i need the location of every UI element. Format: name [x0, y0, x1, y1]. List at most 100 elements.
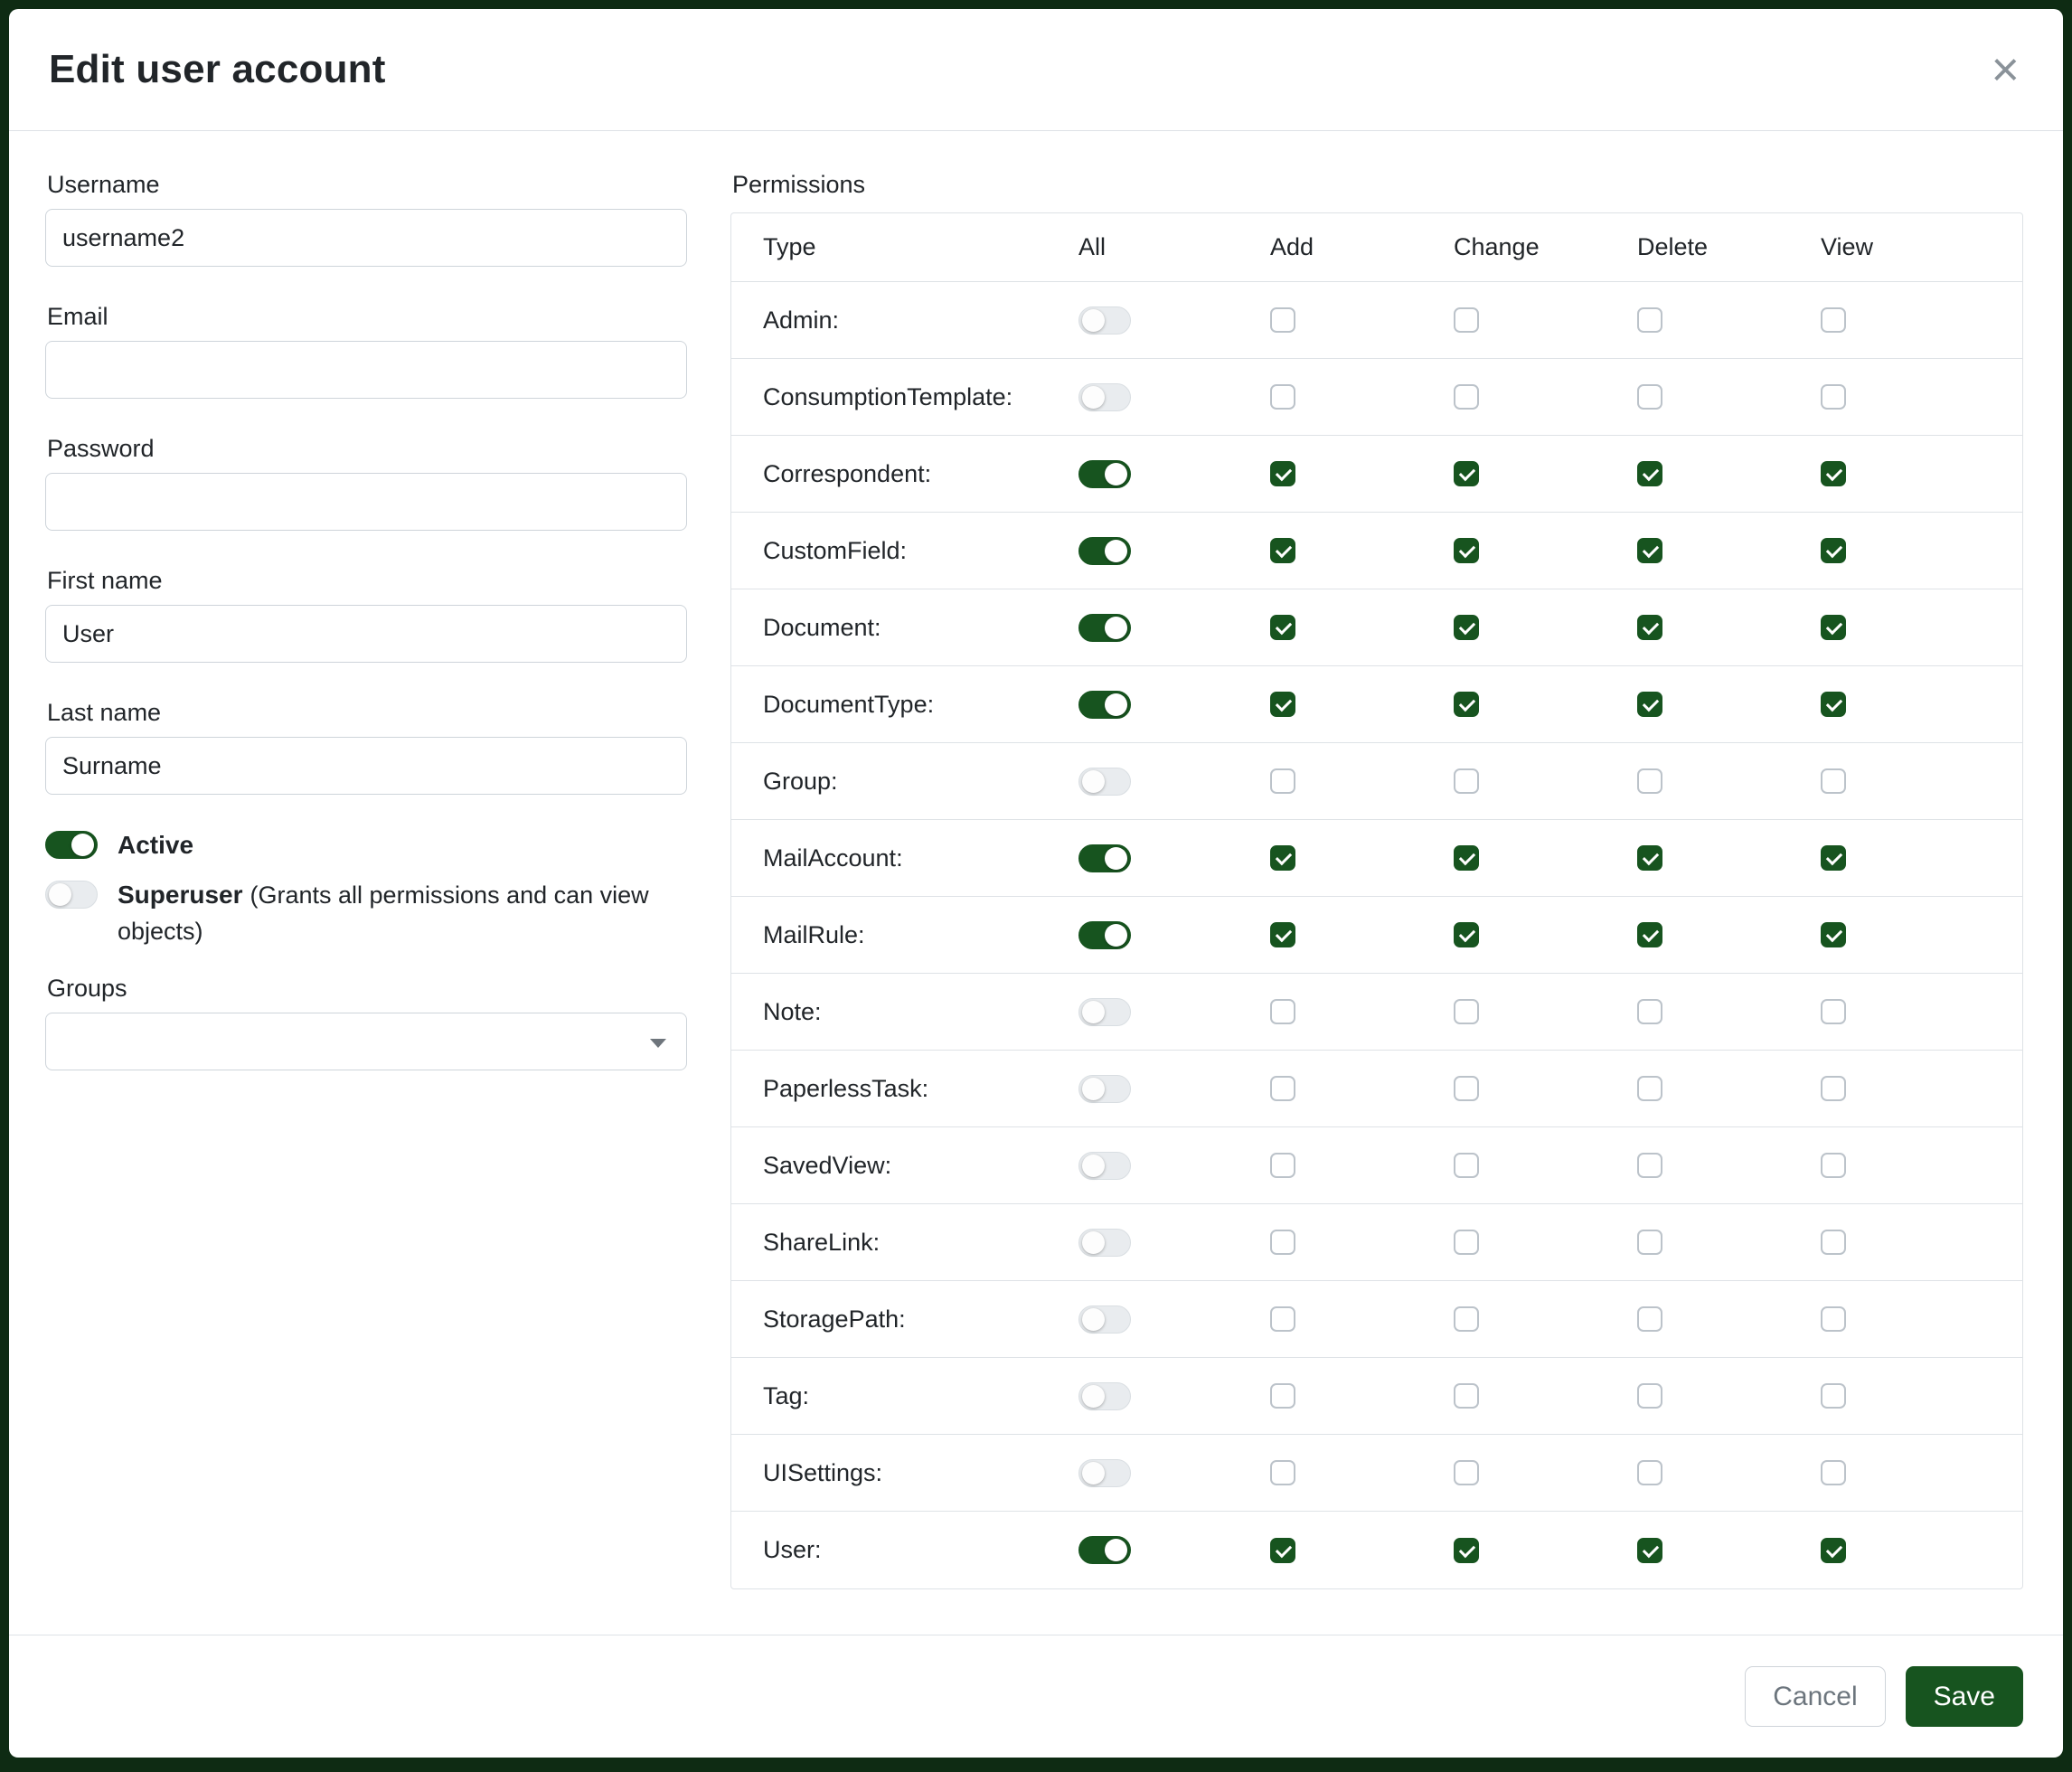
- checkbox-view-user[interactable]: [1821, 1538, 1846, 1563]
- checkbox-change-consumptiontemplate[interactable]: [1454, 384, 1479, 410]
- checkbox-change-documenttype[interactable]: [1454, 692, 1479, 717]
- checkbox-add-paperlesstask[interactable]: [1270, 1076, 1295, 1101]
- toggle-all-document[interactable]: [1078, 614, 1131, 642]
- checkbox-add-group[interactable]: [1270, 768, 1295, 794]
- toggle-all-mailrule[interactable]: [1078, 921, 1131, 949]
- toggle-all-admin[interactable]: [1078, 306, 1131, 335]
- email-input[interactable]: [45, 341, 687, 399]
- toggle-all-uisettings[interactable]: [1078, 1459, 1131, 1487]
- first-name-input[interactable]: [45, 605, 687, 663]
- checkbox-view-admin[interactable]: [1821, 307, 1846, 333]
- active-toggle[interactable]: [45, 831, 98, 859]
- username-field-group: Username: [45, 171, 687, 267]
- checkbox-view-customfield[interactable]: [1821, 538, 1846, 563]
- checkbox-add-sharelink[interactable]: [1270, 1230, 1295, 1255]
- toggle-all-group[interactable]: [1078, 768, 1131, 796]
- checkbox-change-mailrule[interactable]: [1454, 922, 1479, 947]
- last-name-input[interactable]: [45, 737, 687, 795]
- cancel-button[interactable]: Cancel: [1745, 1666, 1885, 1727]
- checkbox-view-group[interactable]: [1821, 768, 1846, 794]
- checkbox-delete-mailaccount[interactable]: [1637, 845, 1662, 871]
- checkbox-change-uisettings[interactable]: [1454, 1460, 1479, 1485]
- toggle-all-note[interactable]: [1078, 998, 1131, 1026]
- checkbox-change-note[interactable]: [1454, 999, 1479, 1024]
- close-icon[interactable]: ×: [1987, 45, 2023, 94]
- checkbox-delete-correspondent[interactable]: [1637, 461, 1662, 486]
- permission-row: Correspondent:: [731, 436, 2022, 513]
- checkbox-delete-consumptiontemplate[interactable]: [1637, 384, 1662, 410]
- toggle-all-customfield[interactable]: [1078, 537, 1131, 565]
- checkbox-add-mailaccount[interactable]: [1270, 845, 1295, 871]
- checkbox-delete-paperlesstask[interactable]: [1637, 1076, 1662, 1101]
- checkbox-change-user[interactable]: [1454, 1538, 1479, 1563]
- checkbox-delete-customfield[interactable]: [1637, 538, 1662, 563]
- checkbox-delete-document[interactable]: [1637, 615, 1662, 640]
- checkbox-delete-admin[interactable]: [1637, 307, 1662, 333]
- checkbox-view-paperlesstask[interactable]: [1821, 1076, 1846, 1101]
- checkbox-change-document[interactable]: [1454, 615, 1479, 640]
- superuser-toggle[interactable]: [45, 881, 98, 909]
- checkbox-change-correspondent[interactable]: [1454, 461, 1479, 486]
- checkbox-add-note[interactable]: [1270, 999, 1295, 1024]
- toggle-all-consumptiontemplate[interactable]: [1078, 383, 1131, 411]
- password-input[interactable]: [45, 473, 687, 531]
- username-input[interactable]: [45, 209, 687, 267]
- checkbox-view-uisettings[interactable]: [1821, 1460, 1846, 1485]
- checkbox-delete-savedview[interactable]: [1637, 1153, 1662, 1178]
- toggle-all-sharelink[interactable]: [1078, 1229, 1131, 1257]
- checkbox-delete-sharelink[interactable]: [1637, 1230, 1662, 1255]
- toggle-knob: [1082, 1001, 1105, 1023]
- checkbox-view-mailaccount[interactable]: [1821, 845, 1846, 871]
- checkbox-change-customfield[interactable]: [1454, 538, 1479, 563]
- checkbox-view-savedview[interactable]: [1821, 1153, 1846, 1178]
- checkbox-add-uisettings[interactable]: [1270, 1460, 1295, 1485]
- checkbox-change-sharelink[interactable]: [1454, 1230, 1479, 1255]
- checkbox-add-storagepath[interactable]: [1270, 1306, 1295, 1332]
- checkbox-add-document[interactable]: [1270, 615, 1295, 640]
- checkbox-view-sharelink[interactable]: [1821, 1230, 1846, 1255]
- checkbox-delete-note[interactable]: [1637, 999, 1662, 1024]
- checkbox-view-tag[interactable]: [1821, 1383, 1846, 1409]
- checkbox-view-note[interactable]: [1821, 999, 1846, 1024]
- checkbox-add-correspondent[interactable]: [1270, 461, 1295, 486]
- checkbox-delete-tag[interactable]: [1637, 1383, 1662, 1409]
- checkbox-change-storagepath[interactable]: [1454, 1306, 1479, 1332]
- checkbox-change-savedview[interactable]: [1454, 1153, 1479, 1178]
- checkbox-add-documenttype[interactable]: [1270, 692, 1295, 717]
- checkbox-delete-documenttype[interactable]: [1637, 692, 1662, 717]
- toggle-all-user[interactable]: [1078, 1536, 1131, 1564]
- checkbox-add-consumptiontemplate[interactable]: [1270, 384, 1295, 410]
- checkbox-delete-uisettings[interactable]: [1637, 1460, 1662, 1485]
- checkbox-change-admin[interactable]: [1454, 307, 1479, 333]
- checkbox-add-mailrule[interactable]: [1270, 922, 1295, 947]
- checkbox-add-savedview[interactable]: [1270, 1153, 1295, 1178]
- checkbox-delete-storagepath[interactable]: [1637, 1306, 1662, 1332]
- checkbox-view-document[interactable]: [1821, 615, 1846, 640]
- groups-select[interactable]: [45, 1013, 687, 1070]
- toggle-all-savedview[interactable]: [1078, 1152, 1131, 1180]
- checkbox-change-tag[interactable]: [1454, 1383, 1479, 1409]
- checkbox-view-mailrule[interactable]: [1821, 922, 1846, 947]
- checkbox-view-consumptiontemplate[interactable]: [1821, 384, 1846, 410]
- save-button[interactable]: Save: [1906, 1666, 2023, 1727]
- checkbox-add-user[interactable]: [1270, 1538, 1295, 1563]
- checkbox-view-storagepath[interactable]: [1821, 1306, 1846, 1332]
- checkbox-change-group[interactable]: [1454, 768, 1479, 794]
- modal-body: Username Email Password First name Last …: [9, 131, 2063, 1635]
- checkbox-delete-user[interactable]: [1637, 1538, 1662, 1563]
- checkbox-add-customfield[interactable]: [1270, 538, 1295, 563]
- checkbox-add-tag[interactable]: [1270, 1383, 1295, 1409]
- toggle-all-mailaccount[interactable]: [1078, 844, 1131, 872]
- toggle-all-storagepath[interactable]: [1078, 1305, 1131, 1334]
- toggle-all-tag[interactable]: [1078, 1382, 1131, 1410]
- toggle-all-paperlesstask[interactable]: [1078, 1075, 1131, 1103]
- checkbox-delete-group[interactable]: [1637, 768, 1662, 794]
- checkbox-change-paperlesstask[interactable]: [1454, 1076, 1479, 1101]
- toggle-all-documenttype[interactable]: [1078, 691, 1131, 719]
- toggle-all-correspondent[interactable]: [1078, 460, 1131, 488]
- checkbox-change-mailaccount[interactable]: [1454, 845, 1479, 871]
- checkbox-add-admin[interactable]: [1270, 307, 1295, 333]
- checkbox-view-documenttype[interactable]: [1821, 692, 1846, 717]
- checkbox-delete-mailrule[interactable]: [1637, 922, 1662, 947]
- checkbox-view-correspondent[interactable]: [1821, 461, 1846, 486]
